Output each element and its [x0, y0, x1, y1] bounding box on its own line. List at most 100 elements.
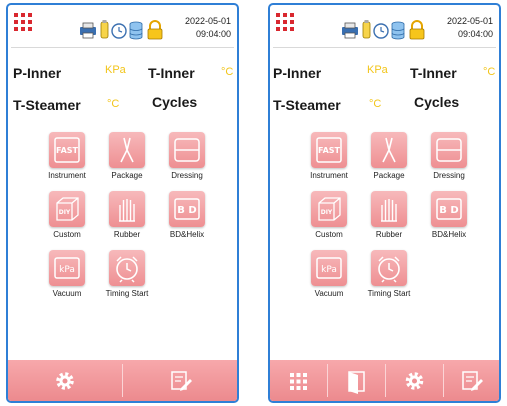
p-inner-label: P-Inner — [273, 65, 322, 81]
package-label: Package — [111, 171, 143, 180]
program-package[interactable]: Package — [95, 132, 159, 190]
timing-start-label: Timing Start — [367, 289, 411, 298]
dressing-icon — [436, 138, 462, 162]
svg-text:FAST: FAST — [318, 146, 341, 155]
lock-icon — [147, 20, 163, 40]
t-steamer-unit: °C — [107, 98, 120, 110]
date-time: 2022-05-01 09:04:00 — [185, 15, 231, 41]
program-vacuum[interactable]: kPa Vacuum — [35, 250, 99, 308]
controller-screen-main: 2022-05-01 09:04:00 P-Inner KPa T-Inner … — [6, 3, 239, 403]
p-inner-label: P-Inner — [13, 65, 62, 81]
date-text: 2022-05-01 — [446, 16, 493, 26]
glove-icon — [381, 199, 397, 222]
svg-text:DIY: DIY — [59, 209, 71, 216]
program-dressing[interactable]: Dressing — [155, 132, 219, 190]
settings-button[interactable] — [8, 360, 122, 401]
program-custom[interactable]: DIY Custom — [35, 191, 99, 249]
t-steamer-label: T-Steamer — [273, 97, 341, 113]
dressing-button[interactable] — [169, 132, 205, 168]
svg-text:B D: B D — [177, 205, 196, 216]
program-rubber[interactable]: Rubber — [357, 191, 421, 249]
vacuum-button[interactable]: kPa — [311, 250, 347, 286]
bottom-toolbar — [270, 360, 499, 401]
vacuum-button[interactable]: kPa — [49, 250, 85, 286]
timing-start-button[interactable] — [371, 250, 407, 286]
package-button[interactable] — [371, 132, 407, 168]
program-bd-helix[interactable]: B D BD&Helix — [155, 191, 219, 249]
program-timing-start[interactable]: Timing Start — [357, 250, 421, 308]
bd-helix-button[interactable]: B D — [169, 191, 205, 227]
timing-start-label: Timing Start — [105, 289, 149, 298]
status-bar: 2022-05-01 09:04:00 — [270, 5, 499, 47]
usb-icon — [100, 20, 109, 39]
program-rubber[interactable]: Rubber — [95, 191, 159, 249]
bd-helix-button[interactable]: B D — [431, 191, 467, 227]
program-instrument[interactable]: FAST Instrument — [35, 132, 99, 190]
timing-start-button[interactable] — [109, 250, 145, 286]
program-vacuum[interactable]: kPa Vacuum — [297, 250, 361, 308]
dressing-button[interactable] — [431, 132, 467, 168]
kpa-icon: kPa — [54, 257, 80, 279]
time-text: 09:04:00 — [457, 29, 493, 39]
menu-grid-icon[interactable] — [13, 12, 33, 32]
cycles-label: Cycles — [414, 94, 460, 110]
edit-log-icon — [462, 371, 483, 391]
database-icon — [129, 21, 143, 40]
t-inner-label: T-Inner — [148, 65, 195, 81]
vacuum-label: Vacuum — [314, 289, 344, 298]
menu-grid-icon[interactable] — [275, 12, 295, 32]
usb-icon — [362, 20, 371, 39]
p-inner-unit: KPa — [367, 64, 388, 76]
fast-icon: FAST — [316, 137, 342, 163]
diy-box-icon: DIY — [318, 197, 341, 221]
bd-icon: B D — [174, 198, 200, 220]
door-button[interactable] — [328, 360, 385, 401]
svg-text:kPa: kPa — [321, 265, 337, 275]
t-steamer-label: T-Steamer — [13, 97, 81, 113]
program-bd-helix[interactable]: B D BD&Helix — [417, 191, 481, 249]
program-custom[interactable]: DIY Custom — [297, 191, 361, 249]
tweezers-icon — [120, 137, 134, 163]
divider — [11, 47, 234, 48]
date-text: 2022-05-01 — [184, 16, 231, 26]
svg-text:kPa: kPa — [59, 265, 75, 275]
instrument-button[interactable]: FAST — [49, 132, 85, 168]
custom-label: Custom — [315, 230, 343, 239]
instrument-label: Instrument — [48, 171, 86, 180]
program-timing-start[interactable]: Timing Start — [95, 250, 159, 308]
program-dressing[interactable]: Dressing — [417, 132, 481, 190]
package-button[interactable] — [109, 132, 145, 168]
door-icon — [348, 371, 365, 394]
records-button[interactable] — [444, 360, 499, 401]
database-icon — [391, 21, 405, 40]
edit-log-icon — [171, 371, 192, 391]
kpa-icon: kPa — [316, 257, 342, 279]
menu-button[interactable] — [270, 360, 327, 401]
rubber-label: Rubber — [375, 230, 403, 239]
fast-icon: FAST — [54, 137, 80, 163]
program-instrument[interactable]: FAST Instrument — [297, 132, 361, 190]
tweezers-icon — [382, 137, 396, 163]
bd-icon: B D — [436, 198, 462, 220]
diy-box-icon: DIY — [56, 197, 79, 221]
custom-button[interactable]: DIY — [49, 191, 85, 227]
status-bar: 2022-05-01 09:04:00 — [8, 5, 237, 47]
settings-button[interactable] — [386, 360, 443, 401]
menu-grid-icon — [290, 373, 307, 390]
t-inner-unit: °C — [483, 66, 496, 78]
instrument-button[interactable]: FAST — [311, 132, 347, 168]
package-label: Package — [373, 171, 405, 180]
svg-text:DIY: DIY — [321, 209, 333, 216]
program-package[interactable]: Package — [357, 132, 421, 190]
time-text: 09:04:00 — [195, 29, 231, 39]
svg-text:B D: B D — [439, 205, 458, 216]
instrument-label: Instrument — [310, 171, 348, 180]
t-inner-label: T-Inner — [410, 65, 457, 81]
rubber-button[interactable] — [371, 191, 407, 227]
rubber-button[interactable] — [109, 191, 145, 227]
status-icons — [342, 20, 425, 40]
records-button[interactable] — [123, 360, 237, 401]
custom-button[interactable]: DIY — [311, 191, 347, 227]
divider — [273, 47, 496, 48]
status-icons — [80, 20, 163, 40]
